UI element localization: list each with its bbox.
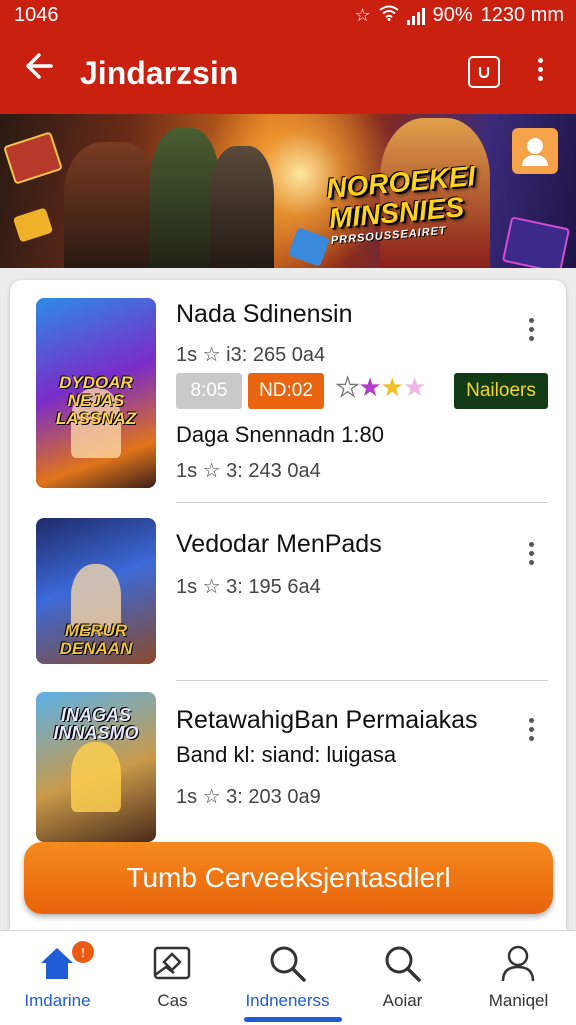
profile-button[interactable]	[512, 128, 558, 174]
game-detail: Band kl: siand: luigasa	[176, 742, 397, 767]
game-detail: Daga Snennadn 1:80	[176, 422, 384, 447]
back-arrow-icon[interactable]	[24, 50, 54, 90]
game-title[interactable]: Vedodar MenPads	[176, 530, 382, 559]
game-thumbnail[interactable]: DYDOAR NEJAS LASSNAZ	[36, 298, 156, 488]
category-chip[interactable]: Nailoers	[454, 373, 548, 409]
star-icon: ★	[358, 372, 381, 402]
person-icon-body	[522, 155, 548, 166]
nav-item-explore[interactable]: Aoiar	[345, 931, 460, 1025]
thumbnail-title: MERUR DENAAN	[59, 621, 133, 658]
page-title: Jindarzsin	[80, 55, 239, 91]
star-icon: ★	[335, 371, 360, 402]
nav-label: Imdarine	[24, 991, 91, 1010]
thumbnail-title: INAGAS INNASMO	[53, 705, 139, 743]
nav-item-profile[interactable]: Maniqel	[461, 931, 576, 1025]
search-icon	[267, 943, 307, 983]
status-time: 1046	[14, 4, 59, 26]
promo-banner[interactable]: NOROEKEI MINSNIES PRRSOUSSEAIRET	[0, 114, 576, 268]
status-right-text: 1230 mm	[480, 4, 564, 26]
status-bar: 1046 ☆ 90% 1230 mm	[0, 0, 576, 32]
nav-item-gallery[interactable]: Cas	[115, 931, 230, 1025]
status-icons: ☆ 90% 1230 mm	[354, 4, 564, 27]
divider	[176, 680, 548, 681]
nav-label: Aoiar	[382, 991, 423, 1010]
thumbnail-title: DYDOAR NEJAS LASSNAZ	[55, 373, 137, 428]
banner-card-decoration	[12, 207, 54, 243]
person-icon	[527, 138, 543, 154]
nav-item-home[interactable]: ! Imdarine	[0, 931, 115, 1025]
game-meta: 1s ☆ 3: 243 0a4	[176, 460, 321, 482]
app-bar: Jindarzsin	[0, 32, 576, 114]
time-chip: 8:05	[176, 373, 242, 409]
more-vert-icon[interactable]	[526, 542, 536, 565]
game-title[interactable]: RetawahigBan Permaiakas	[176, 706, 478, 735]
divider	[176, 502, 548, 503]
game-meta: 1s ☆ 3: 195 6a4	[176, 576, 321, 598]
rating-stars: ★★★★	[335, 371, 426, 403]
nav-item-search[interactable]: Indnenerss	[230, 931, 345, 1025]
signal-icon	[406, 7, 425, 25]
star-icon: ★	[380, 372, 404, 402]
game-thumbnail[interactable]: INAGAS INNASMO	[36, 692, 156, 842]
tab-switch-icon[interactable]	[468, 56, 500, 88]
game-thumbnail[interactable]: MERUR DENAAN	[36, 518, 156, 664]
more-vert-icon[interactable]	[526, 718, 536, 741]
home-icon	[37, 943, 77, 983]
battery-text: 90%	[432, 4, 473, 26]
nav-label: Cas	[157, 991, 188, 1010]
more-vert-icon[interactable]	[526, 318, 536, 341]
star-icon: ☆	[354, 5, 371, 25]
search-icon	[382, 943, 422, 983]
banner-card-decoration	[3, 131, 63, 185]
nav-label: Indnenerss	[245, 991, 330, 1010]
primary-cta-button[interactable]: Tumb Cerveeksjentasdlerl	[24, 842, 553, 914]
game-meta: 1s ☆ i3: 265 0a4	[176, 344, 326, 366]
bottom-nav: ! Imdarine Cas Indnenerss Aoiar Maniqel	[0, 930, 576, 1025]
game-list: DYDOAR NEJAS LASSNAZ Nada Sdinensin 1s ☆…	[10, 280, 566, 930]
thumbnail-character	[71, 742, 121, 812]
banner-hero-figure	[64, 142, 160, 268]
wifi-icon	[378, 5, 399, 26]
banner-hero-figure	[210, 146, 274, 268]
game-title[interactable]: Nada Sdinensin	[176, 300, 353, 329]
star-icon: ★	[402, 372, 426, 402]
more-vert-icon[interactable]	[532, 58, 548, 81]
game-meta: 1s ☆ 3: 203 0a9	[176, 786, 321, 808]
level-chip: ND:02	[248, 373, 324, 409]
photo-icon	[152, 943, 192, 983]
nav-label: Maniqel	[488, 991, 549, 1010]
active-tab-indicator	[244, 1017, 342, 1022]
person-icon	[498, 943, 538, 983]
notification-badge: !	[72, 941, 94, 963]
